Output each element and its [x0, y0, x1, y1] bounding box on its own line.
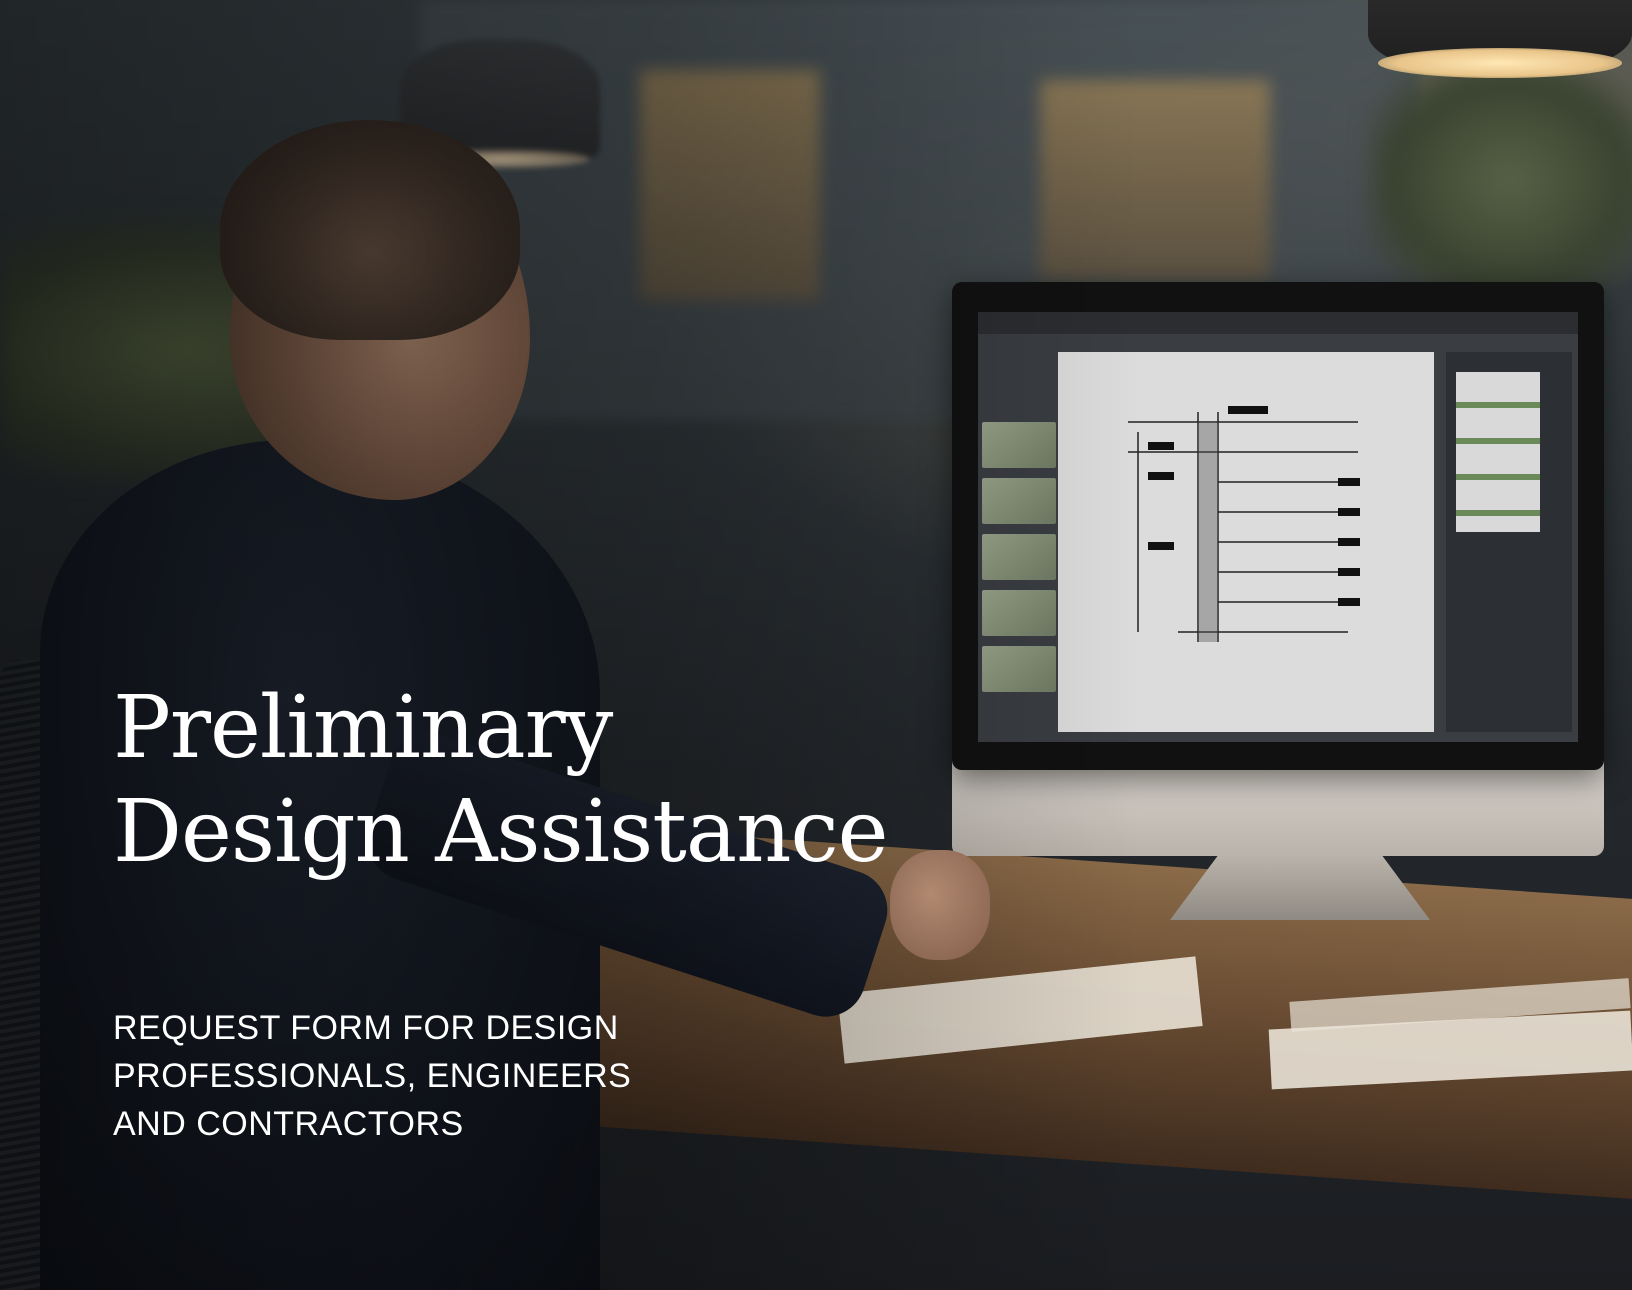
background-foliage [1370, 60, 1632, 300]
page-title-line: Design Assistance [113, 782, 889, 882]
page-subtitle-line: AND CONTRACTORS [113, 1105, 464, 1143]
drawing-canvas [1058, 352, 1434, 732]
person-hair [220, 120, 520, 340]
thumbnail [982, 590, 1056, 636]
thumbnail [982, 422, 1056, 468]
page-subtitle-line: REQUEST FORM FOR DESIGN [113, 1009, 619, 1047]
layers-panel [1446, 352, 1572, 732]
monitor-chin [952, 760, 1604, 856]
thumbnail [982, 478, 1056, 524]
page-subtitle-line: PROFESSIONALS, ENGINEERS [113, 1057, 632, 1095]
background-window [640, 70, 820, 300]
thumbnail-strip [982, 422, 1056, 712]
thumbnail [982, 534, 1056, 580]
monitor-stand [1170, 850, 1430, 920]
app-toolbar [978, 312, 1578, 334]
pendant-lamp [1368, 0, 1632, 78]
technical-drawing [1128, 406, 1360, 642]
hero-banner: Preliminary Design Assistance REQUEST FO… [0, 0, 1632, 1290]
page-title-line: Preliminary [113, 678, 613, 778]
page-subtitle: REQUEST FORM FOR DESIGN PROFESSIONALS, E… [113, 1004, 753, 1148]
page-title: Preliminary Design Assistance [113, 676, 1013, 884]
monitor-screen [978, 312, 1578, 742]
panel-preview [1456, 372, 1540, 532]
background-window [1040, 80, 1270, 280]
